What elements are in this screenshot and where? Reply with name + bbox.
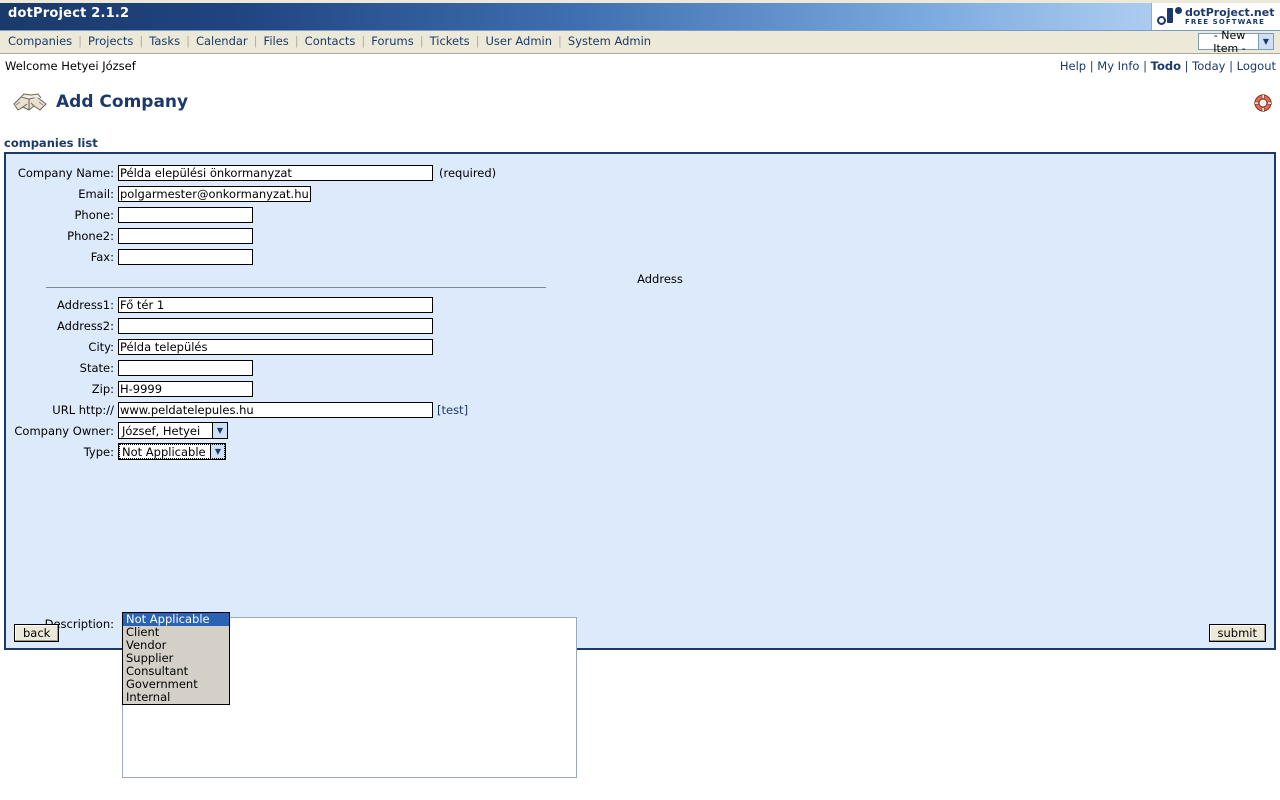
company-owner-label: Company Owner:	[14, 423, 114, 438]
handshake-icon	[10, 86, 50, 122]
basic-field-row: Phone:	[6, 204, 1274, 225]
utility-link-todo[interactable]: Todo	[1151, 59, 1181, 73]
app-window: dotProject 2.1.2 dotProject.net FREE SOF…	[0, 0, 1280, 800]
app-title: dotProject 2.1.2	[8, 6, 130, 21]
menu-item-system-admin[interactable]: System Admin	[562, 34, 657, 48]
utility-link-separator: |	[1180, 59, 1193, 73]
address-field-input-4[interactable]	[118, 380, 253, 397]
main-menu-bar: Companies | Projects | Tasks | Calendar | Files |…	[0, 29, 1280, 55]
address-field-rows: Address1: Address2: City: State: Zip: URL htt…	[6, 294, 1274, 420]
basic-field-rows: Company Name: (required) Email: Phone: Phone…	[6, 162, 1274, 267]
address-field-input-2[interactable]	[118, 338, 433, 355]
address-field-row: Address1:	[6, 294, 1274, 315]
company-type-label: Type:	[83, 444, 114, 459]
dotproject-logo-icon	[1156, 6, 1182, 27]
menu-item-tasks[interactable]: Tasks	[143, 34, 186, 48]
address-section-heading: Address	[637, 272, 683, 286]
submit-button[interactable]: submit	[1208, 624, 1266, 642]
main-menu-items: Companies | Projects | Tasks | Calendar | Files |…	[4, 34, 657, 48]
url-test-link[interactable]: [test]	[437, 403, 468, 417]
address-field-row: State:	[6, 357, 1274, 378]
utility-link-separator: |	[1139, 59, 1151, 73]
new-item-select[interactable]: - New Item - ▼	[1198, 29, 1274, 55]
menu-item-user-admin[interactable]: User Admin	[480, 34, 559, 48]
company-type-select[interactable]: Not Applicable ▼	[118, 443, 226, 460]
menu-item-forums[interactable]: Forums	[365, 34, 419, 48]
back-button[interactable]: back	[14, 624, 60, 642]
basic-field-row: Company Name: (required)	[6, 162, 1274, 183]
basic-field-row: Phone2:	[6, 225, 1274, 246]
form-fields: Company Name: (required) Email: Phone: Phone…	[6, 162, 1274, 462]
utility-link-separator: |	[1086, 59, 1098, 73]
address-field-label: City:	[88, 339, 114, 354]
address-field-row: City:	[6, 336, 1274, 357]
user-bar: Welcome Hetyei József Help | My Info | T…	[0, 54, 1280, 77]
breadcrumb[interactable]: companies list	[4, 136, 98, 150]
welcome-message: Welcome Hetyei József	[5, 59, 136, 73]
basic-field-label: Fax:	[90, 249, 114, 264]
address-field-label: Address1:	[57, 297, 114, 312]
basic-field-input-0[interactable]	[118, 164, 433, 181]
address-field-label: State:	[79, 360, 114, 375]
utility-link-my-info[interactable]: My Info	[1097, 59, 1139, 73]
utility-link-today[interactable]: Today	[1192, 59, 1225, 73]
chevron-down-icon: ▼	[212, 423, 227, 438]
page-title: Add Company	[56, 92, 189, 112]
add-company-form-panel: Company Name: (required) Email: Phone: Phone…	[4, 152, 1276, 778]
utility-link-separator: |	[1225, 59, 1237, 73]
company-type-dropdown-list[interactable]: Not Applicable Client Vendor Supplier Consul…	[122, 612, 230, 705]
basic-field-input-4[interactable]	[118, 248, 253, 265]
lifering-icon[interactable]	[1254, 94, 1272, 112]
address-field-row: Zip:	[6, 378, 1274, 399]
address-field-label: URL http://	[52, 402, 114, 417]
title-bar-topline	[0, 0, 1280, 3]
menu-item-files[interactable]: Files	[258, 34, 295, 48]
address-field-row: URL http:// [test]	[6, 399, 1274, 420]
menu-item-projects[interactable]: Projects	[82, 34, 139, 48]
basic-field-label: Phone2:	[67, 228, 114, 243]
menu-item-contacts[interactable]: Contacts	[299, 34, 362, 48]
dotproject-logo: dotProject.net FREE SOFTWARE	[1151, 3, 1280, 30]
address-field-input-5[interactable]	[118, 401, 433, 418]
address-field-input-0[interactable]	[118, 296, 433, 313]
basic-field-label: Email:	[78, 186, 114, 201]
address-field-input-1[interactable]	[118, 317, 433, 334]
company-type-row: Type: Not Applicable ▼	[6, 441, 1274, 462]
basic-field-label: Company Name:	[17, 165, 114, 180]
address-field-input-3[interactable]	[118, 359, 253, 376]
brand-tagline: FREE SOFTWARE	[1185, 17, 1266, 26]
company-owner-row: Company Owner: József, Hetyei ▼	[6, 420, 1274, 441]
basic-field-input-1[interactable]	[118, 185, 311, 202]
utility-links: Help | My Info | Todo | Today | Logout	[1060, 59, 1276, 73]
utility-link-logout[interactable]: Logout	[1237, 59, 1276, 73]
basic-field-row: Email:	[6, 183, 1274, 204]
address-field-row: Address2:	[6, 315, 1274, 336]
address-field-label: Address2:	[57, 318, 114, 333]
basic-field-label: Phone:	[74, 207, 115, 222]
menu-item-companies[interactable]: Companies	[4, 34, 78, 48]
menu-item-tickets[interactable]: Tickets	[424, 34, 476, 48]
basic-field-row: Fax:	[6, 246, 1274, 267]
company-type-option-internal[interactable]: Internal	[123, 691, 229, 704]
address-divider	[46, 287, 546, 288]
company-owner-select[interactable]: József, Hetyei ▼	[118, 422, 228, 439]
brand-name: dotProject.net	[1185, 6, 1275, 20]
basic-field-input-2[interactable]	[118, 206, 253, 223]
focus-ring	[119, 444, 225, 459]
address-field-label: Zip:	[91, 381, 114, 396]
page-header: Add Company	[0, 80, 1280, 128]
field-suffix: (required)	[439, 165, 497, 180]
menu-item-calendar[interactable]: Calendar	[190, 34, 254, 48]
company-owner-value: József, Hetyei	[122, 423, 201, 438]
title-bar: dotProject 2.1.2 dotProject.net FREE SOF…	[0, 0, 1280, 31]
new-item-select-label: - New Item -	[1213, 28, 1246, 55]
utility-link-help[interactable]: Help	[1060, 59, 1086, 73]
chevron-down-icon: ▼	[1258, 34, 1273, 49]
basic-field-input-3[interactable]	[118, 227, 253, 244]
